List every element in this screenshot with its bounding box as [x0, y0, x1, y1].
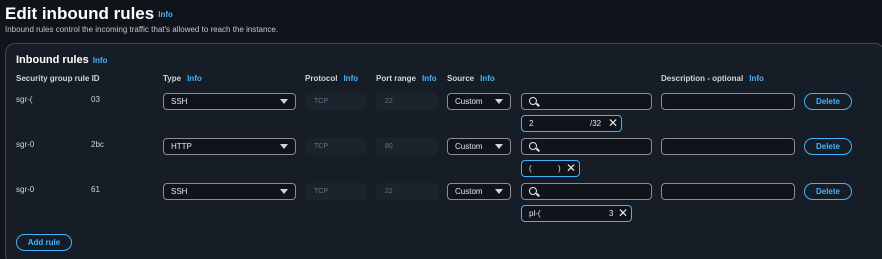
- column-header-type: Type Info: [163, 74, 202, 83]
- token-value-start: (: [529, 164, 532, 173]
- column-header-protocol: Protocol Info: [305, 74, 359, 83]
- rule-id-suffix: 61: [91, 185, 100, 194]
- source-select-value: Custom: [455, 187, 483, 196]
- rule-id-prefix: sgr-0: [16, 140, 35, 149]
- add-rule-button[interactable]: Add rule: [16, 234, 72, 251]
- panel-info-link[interactable]: Info: [93, 56, 108, 65]
- description-input[interactable]: [661, 93, 795, 110]
- source-token: pl-( 3 ✕: [521, 205, 632, 222]
- rule-id-suffix: 2bc: [91, 140, 104, 149]
- close-icon[interactable]: ✕: [608, 117, 618, 129]
- column-header-source: Source Info: [447, 74, 495, 83]
- rule-id-prefix: sgr-0: [16, 185, 35, 194]
- caret-down-icon: [495, 99, 503, 104]
- port-range-field: 22: [376, 183, 438, 200]
- type-select-value: HTTP: [171, 142, 192, 151]
- type-select[interactable]: SSH: [163, 183, 296, 200]
- caret-down-icon: [495, 189, 503, 194]
- description-input[interactable]: [661, 183, 795, 200]
- close-icon[interactable]: ✕: [618, 207, 628, 219]
- token-value-end: /32: [590, 119, 602, 128]
- delete-button[interactable]: Delete: [804, 183, 852, 200]
- caret-down-icon: [280, 99, 288, 104]
- search-icon: [529, 97, 537, 105]
- type-info-link[interactable]: Info: [187, 74, 202, 83]
- protocol-field: TCP: [305, 93, 367, 110]
- source-select-value: Custom: [455, 97, 483, 106]
- search-icon: [529, 187, 537, 195]
- rule-id-suffix: 03: [91, 95, 100, 104]
- type-select[interactable]: SSH: [163, 93, 296, 110]
- source-search-input[interactable]: [521, 138, 652, 155]
- type-select-value: SSH: [171, 187, 188, 196]
- column-header-port-range: Port range Info: [376, 74, 437, 83]
- description-info-link[interactable]: Info: [749, 74, 764, 83]
- delete-button[interactable]: Delete: [804, 93, 852, 110]
- caret-down-icon: [495, 144, 503, 149]
- token-value-end: ): [558, 164, 561, 173]
- source-search-input[interactable]: [521, 183, 652, 200]
- protocol-field: TCP: [305, 183, 367, 200]
- page-title: Edit inbound rules Info: [5, 4, 173, 23]
- token-value-start: 2: [529, 119, 534, 128]
- delete-button[interactable]: Delete: [804, 138, 852, 155]
- caret-down-icon: [280, 144, 288, 149]
- type-select[interactable]: HTTP: [163, 138, 296, 155]
- close-icon[interactable]: ✕: [566, 162, 576, 174]
- source-select[interactable]: Custom: [447, 93, 511, 110]
- caret-down-icon: [280, 189, 288, 194]
- rule-id-prefix: sgr-(: [16, 95, 33, 104]
- protocol-field: TCP: [305, 138, 367, 155]
- column-header-rule-id: Security group rule ID: [16, 74, 100, 83]
- source-select[interactable]: Custom: [447, 183, 511, 200]
- panel-title: Inbound rules Info: [16, 54, 108, 66]
- source-info-link[interactable]: Info: [480, 74, 495, 83]
- port-range-field: 80: [376, 138, 438, 155]
- source-search-input[interactable]: [521, 93, 652, 110]
- source-select-value: Custom: [455, 142, 483, 151]
- description-input[interactable]: [661, 138, 795, 155]
- port-range-field: 22: [376, 93, 438, 110]
- source-token: 2 /32 ✕: [521, 115, 622, 132]
- search-icon: [529, 142, 537, 150]
- token-value-start: pl-(: [529, 209, 541, 218]
- title-info-link[interactable]: Info: [158, 10, 173, 19]
- protocol-info-link[interactable]: Info: [343, 74, 358, 83]
- port-range-info-link[interactable]: Info: [422, 74, 437, 83]
- source-token: ( ) ✕: [521, 160, 580, 177]
- type-select-value: SSH: [171, 97, 188, 106]
- page-description: Inbound rules control the incoming traff…: [5, 25, 279, 34]
- token-value-end: 3: [609, 209, 614, 218]
- column-header-description: Description - optional Info: [661, 74, 764, 83]
- source-select[interactable]: Custom: [447, 138, 511, 155]
